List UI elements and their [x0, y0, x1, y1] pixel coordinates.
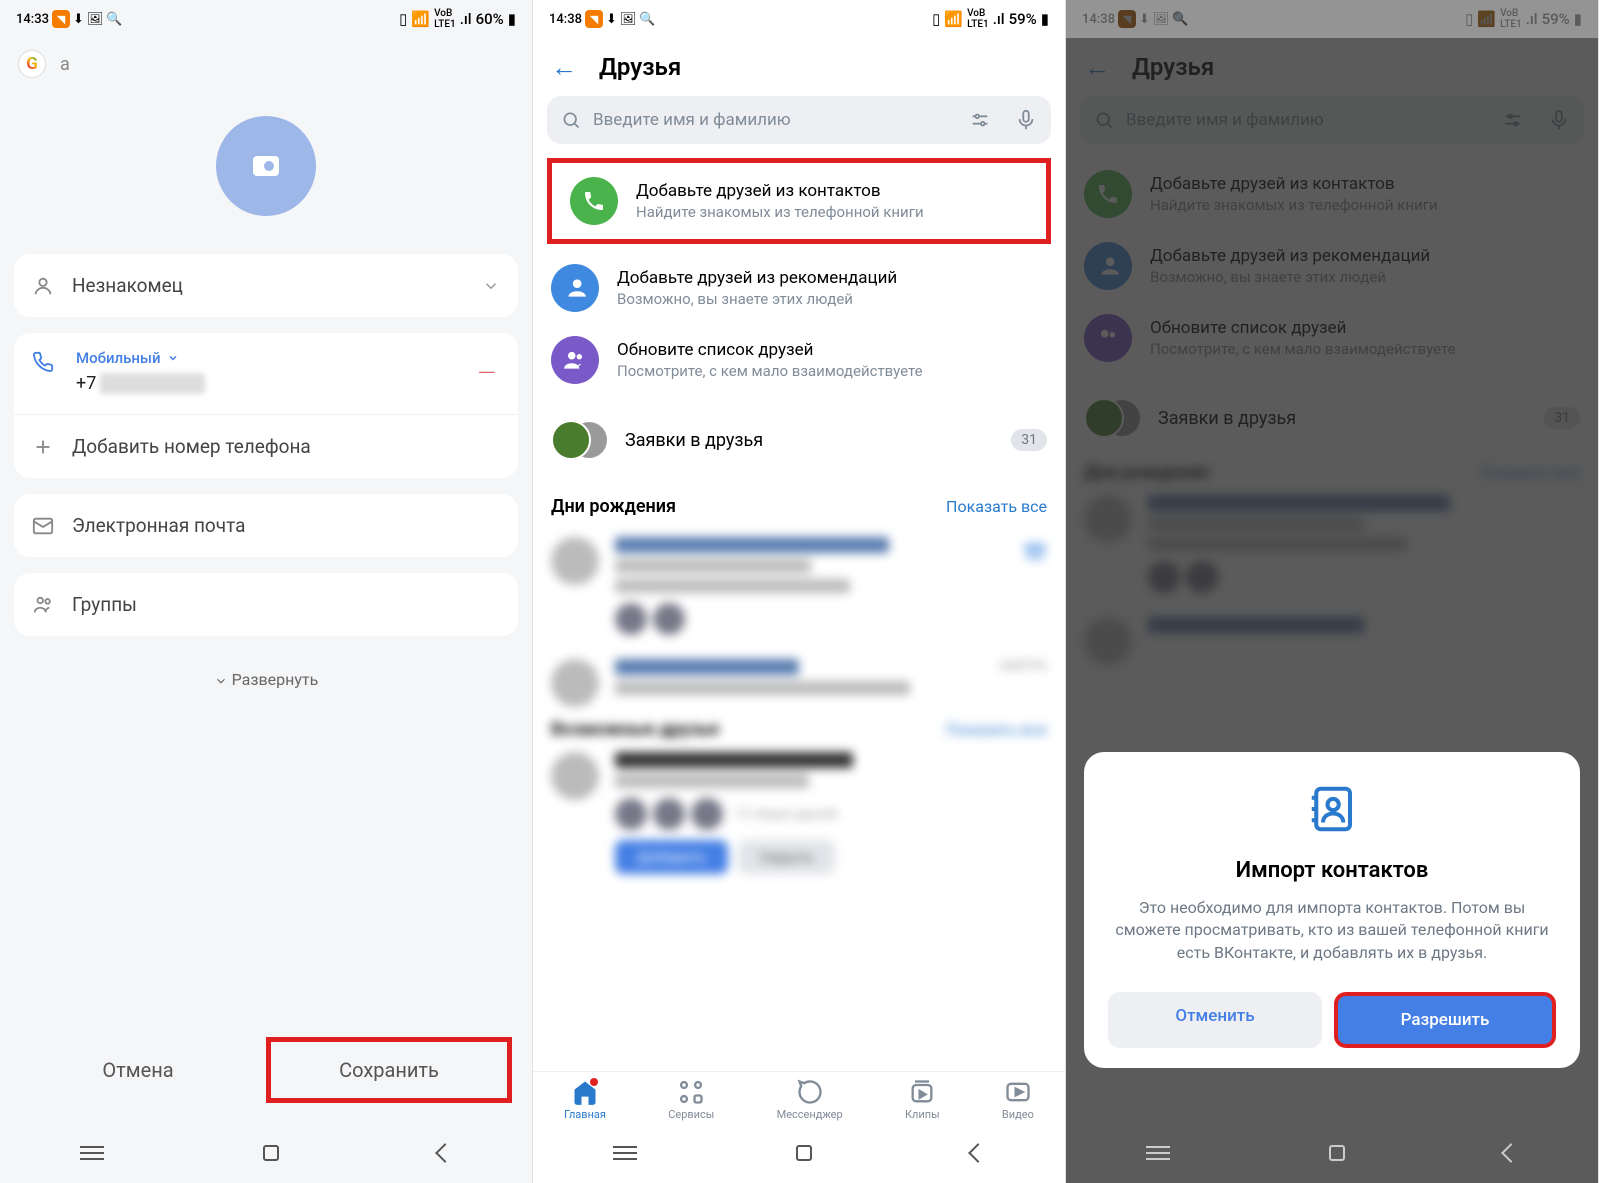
tab-messenger[interactable]: Мессенджер: [777, 1078, 843, 1121]
camera-icon: [253, 156, 279, 176]
possible-friends-blurred: 12 общих друзейДобавитьСкрыть: [533, 740, 1065, 886]
status-bar: 14:33◥⬇🖼🔍 ▯📶VoBLTE1.ıl60%▮: [0, 0, 532, 38]
android-nav: [533, 1123, 1065, 1183]
groups-field[interactable]: Группы: [14, 573, 518, 636]
chevron-down-icon[interactable]: [482, 277, 500, 295]
phone-number[interactable]: +7: [76, 373, 96, 394]
screen-friends: 14:38◥⬇🖼🔍 ▯📶VoBLTE1.ıl59%▮ ← Друзья Введ…: [533, 0, 1066, 1183]
app-icon: ◥: [52, 10, 70, 28]
popup-allow-button[interactable]: Разрешить: [1334, 992, 1556, 1048]
screen-add-contact: 14:33◥⬇🖼🔍 ▯📶VoBLTE1.ıl60%▮ G а Незнакоме…: [0, 0, 533, 1183]
google-account-icon[interactable]: G: [18, 50, 46, 78]
expand-button[interactable]: Развернуть: [0, 652, 532, 707]
recents-button[interactable]: [613, 1146, 637, 1160]
section-title: Дни рождения: [551, 496, 676, 517]
back-arrow[interactable]: ←: [551, 52, 577, 83]
gift-icon: [1023, 537, 1047, 561]
search-bar[interactable]: Введите имя и фамилию: [547, 96, 1051, 144]
home-button[interactable]: [796, 1145, 812, 1161]
app-icon: ◥: [585, 10, 603, 28]
popup-cancel-button[interactable]: Отменить: [1108, 992, 1322, 1048]
friend-requests-row[interactable]: Заявки в друзья 31: [533, 396, 1065, 484]
save-button[interactable]: Сохранить: [266, 1037, 512, 1103]
tab-home[interactable]: Главная: [564, 1078, 606, 1121]
name-value: Незнакомец: [72, 274, 183, 297]
back-button[interactable]: [968, 1143, 988, 1163]
status-right: ▯📶VoBLTE1.ıl59%▮: [932, 8, 1049, 30]
avatar-stack: [551, 416, 607, 464]
section-title: Возможные друзья: [551, 719, 719, 740]
clock: 14:38: [549, 12, 582, 27]
back-button[interactable]: [435, 1143, 455, 1163]
gallery-icon: 🖼: [620, 12, 637, 27]
popup-title: Импорт контактов: [1108, 858, 1556, 883]
update-friend-list-row[interactable]: Обновите список друзейПосмотрите, с кем …: [533, 324, 1065, 396]
plus-icon: [32, 436, 54, 458]
status-bar: 14:38◥⬇🖼🔍 ▯📶VoBLTE1.ıl59%▮: [533, 0, 1065, 38]
search-placeholder: Введите имя и фамилию: [593, 110, 791, 130]
header: ← Друзья: [533, 38, 1065, 96]
show-all-link[interactable]: Показать все: [946, 497, 1047, 516]
gallery-icon: 🖼: [87, 12, 104, 27]
contacts-book-icon: [1305, 782, 1359, 836]
search-icon: 🔍: [639, 12, 655, 27]
download-icon: ⬇: [606, 12, 617, 27]
import-contacts-popup: Импорт контактов Это необходимо для импо…: [1084, 752, 1580, 1068]
cancel-button[interactable]: Отмена: [20, 1042, 256, 1098]
email-icon: [32, 515, 54, 537]
video-icon: [1004, 1078, 1032, 1106]
add-phone-button[interactable]: Добавить номер телефона: [14, 414, 518, 478]
tab-video[interactable]: Видео: [1002, 1078, 1034, 1121]
back-button[interactable]: [1501, 1143, 1521, 1163]
download-icon: ⬇: [73, 12, 84, 27]
clips-icon: [908, 1078, 936, 1106]
add-from-contacts-row[interactable]: Добавьте друзей из контактовНайдите знак…: [552, 165, 1046, 237]
phone-field[interactable]: Мобильный +7 —: [14, 333, 518, 414]
search-icon: [561, 110, 581, 130]
birthday-list-blurred: ЗАВТРА: [533, 525, 1065, 719]
status-right: ▯📶VoBLTE1.ıl60%▮: [399, 8, 516, 30]
delete-phone-button[interactable]: —: [477, 359, 496, 387]
users-circle-icon: [551, 336, 599, 384]
recents-button[interactable]: [1146, 1146, 1170, 1160]
bottom-tabs: Главная Сервисы Мессенджер Клипы Видео: [533, 1071, 1065, 1123]
android-nav: [1066, 1123, 1598, 1183]
chevron-down-icon: [167, 352, 179, 364]
phone-type-label[interactable]: Мобильный: [76, 349, 161, 367]
services-icon: [677, 1078, 705, 1106]
page-title: Друзья: [599, 53, 681, 81]
filter-icon[interactable]: [969, 109, 991, 131]
tab-clips[interactable]: Клипы: [905, 1078, 940, 1121]
email-field[interactable]: Электронная почта: [14, 494, 518, 557]
search-icon: 🔍: [106, 12, 122, 27]
chevron-down-icon: [214, 674, 228, 688]
add-from-recommendations-row[interactable]: Добавьте друзей из рекомендацийВозможно,…: [533, 252, 1065, 324]
recents-button[interactable]: [80, 1146, 104, 1160]
messenger-icon: [796, 1078, 824, 1106]
birthdays-section-header: Дни рождения Показать все: [533, 484, 1065, 525]
requests-count-badge: 31: [1011, 429, 1047, 451]
groups-icon: [32, 594, 54, 616]
screen-import-popup: 14:38◥⬇🖼🔍 ▯📶VoBLTE1.ıl59%▮ ←Друзья Введи…: [1066, 0, 1599, 1183]
search-text[interactable]: а: [60, 54, 70, 75]
show-all-link[interactable]: Показать все: [946, 720, 1047, 739]
microphone-icon[interactable]: [1015, 109, 1037, 131]
possible-friends-section-header: Возможные друзья Показать все: [533, 719, 1065, 740]
phone-icon: [32, 351, 54, 373]
add-user-circle-icon: [551, 264, 599, 312]
person-icon: [32, 275, 54, 297]
home-button[interactable]: [1329, 1145, 1345, 1161]
phone-circle-icon: [570, 177, 618, 225]
name-field[interactable]: Незнакомец: [14, 254, 518, 317]
clock: 14:33: [16, 12, 49, 27]
android-nav: [0, 1123, 532, 1183]
popup-text: Это необходимо для импорта контактов. По…: [1108, 897, 1556, 964]
home-button[interactable]: [263, 1145, 279, 1161]
contact-topbar: G а: [0, 38, 532, 90]
avatar-placeholder[interactable]: [216, 116, 316, 216]
tab-services[interactable]: Сервисы: [668, 1078, 714, 1121]
